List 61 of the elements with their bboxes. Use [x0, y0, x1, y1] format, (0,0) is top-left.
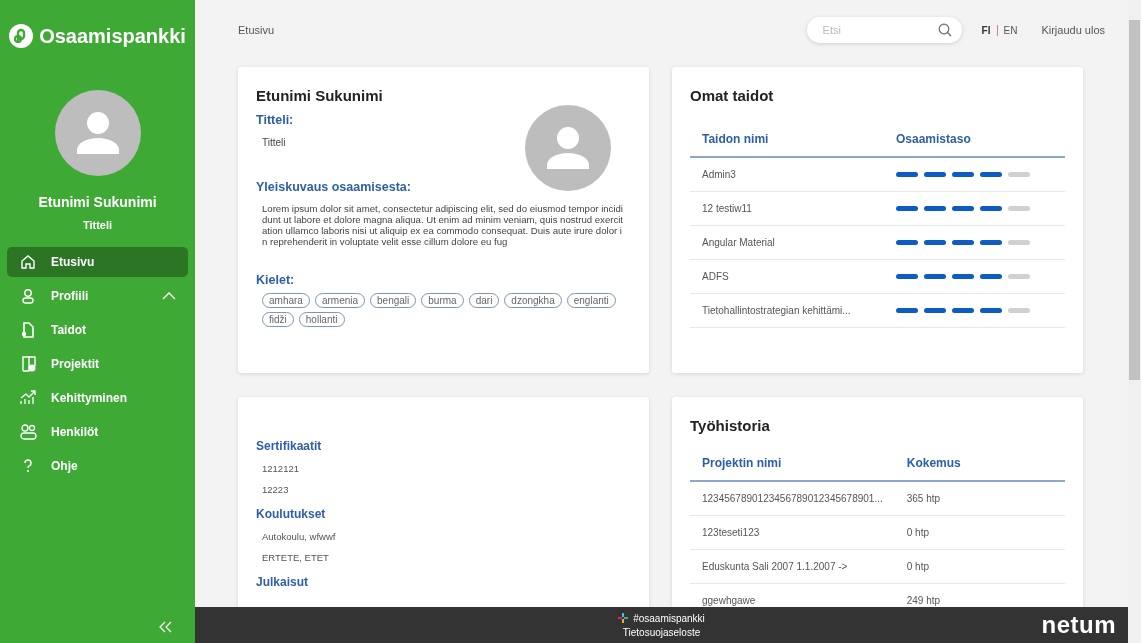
table-cell: Angular Material [690, 225, 884, 260]
section-label: Kielet: [256, 273, 296, 287]
avatar-icon [525, 105, 611, 191]
nav-icon [19, 321, 37, 339]
chat-icon [618, 613, 629, 623]
column-header: Taidon nimi [690, 122, 884, 157]
section-title: Sertifikaatit [256, 439, 323, 453]
language-option[interactable]: EN [1003, 24, 1018, 36]
table-cell: 12 testiw11 [690, 191, 884, 226]
table-cell: 0 htp [894, 515, 1065, 550]
nav-icon [19, 423, 37, 441]
logo-icon [9, 24, 34, 48]
nav-item[interactable]: Ohje [7, 451, 188, 481]
column-header: Osaamistaso [884, 122, 1065, 157]
app-logo-text: Osaamispankki [39, 24, 186, 48]
nav-item[interactable]: Profiili [7, 281, 188, 311]
table-cell: 0 htp [894, 549, 1065, 584]
table-cell: ADFS [690, 259, 884, 294]
scrollbar-thumb[interactable] [1129, 20, 1140, 380]
nav-item[interactable]: Etusivu [7, 247, 188, 277]
table-cell: 1234567890123456789012345678901... [690, 481, 895, 516]
nav-icon [19, 287, 37, 305]
nav-item[interactable]: Taidot [7, 315, 188, 345]
user-name: Etunimi Sukunimi [38, 194, 157, 210]
nav-icon [19, 389, 37, 407]
nav-item[interactable]: Kehittyminen [7, 383, 188, 413]
collapse-icon[interactable] [159, 621, 173, 633]
profile-name: Etunimi Sukunimi [256, 87, 384, 104]
table-cell: 365 htp [894, 481, 1065, 516]
title-value: Titteli [262, 137, 287, 148]
table-cell: Admin3 [690, 157, 884, 192]
logout-link[interactable]: Kirjaudu ulos [1041, 24, 1105, 36]
avatar-icon [54, 90, 141, 176]
card-title: Työhistoria [690, 417, 771, 434]
column-header: Kokemus [894, 446, 1065, 481]
search-field[interactable]: Etsi [820, 23, 938, 37]
column-header: Projektin nimi [690, 446, 895, 481]
list-item: ERTETE, ETET [262, 552, 330, 563]
list-item: 12223 [262, 484, 290, 495]
search-box[interactable]: Etsi [806, 17, 962, 43]
section-label: Yleiskuvaus osaamisesta: [256, 180, 412, 194]
table-cell: Tietohallintostrategian kehittämi... [690, 293, 884, 328]
nav-icon [19, 355, 37, 373]
table-cell: 123teseti123 [690, 515, 895, 550]
privacy-link[interactable]: Tietosuojaseloste [622, 626, 701, 638]
table-cell: Eduskunta Sali 2007 1.1.2007 -> [690, 549, 895, 584]
breadcrumb[interactable]: Etusivu [238, 24, 807, 36]
summary-text: Lorem ipsum dolor sit amet, consectetur adipiscing elit, sed do eiusmod tempor incididunt ut labore et dolore magna aliqua. Ut enim ad minim veniam, quis nostrud exercitation ullamco laboris nisi ut aliquip ex ea commodo consequat. Duis aute irure dolor in reprehenderit in voluptate velit esse cillum dolore eu fug [262, 203, 625, 247]
section-label: Titteli: [256, 113, 295, 127]
language-option[interactable]: FI [981, 24, 991, 36]
chevron-up-icon[interactable] [162, 292, 176, 300]
list-item: 1212121 [262, 463, 300, 474]
nav-icon [19, 253, 37, 271]
search-icon[interactable] [937, 23, 952, 37]
nav-item[interactable]: Projektit [7, 349, 188, 379]
section-title: Koulutukset [256, 507, 327, 521]
nav-item[interactable]: Henkilöt [7, 417, 188, 447]
list-item: Autokoulu, wfwwf [262, 531, 337, 542]
user-title: Titteli [82, 219, 113, 231]
section-title: Julkaisut [256, 575, 310, 589]
card-title: Omat taidot [690, 87, 775, 104]
